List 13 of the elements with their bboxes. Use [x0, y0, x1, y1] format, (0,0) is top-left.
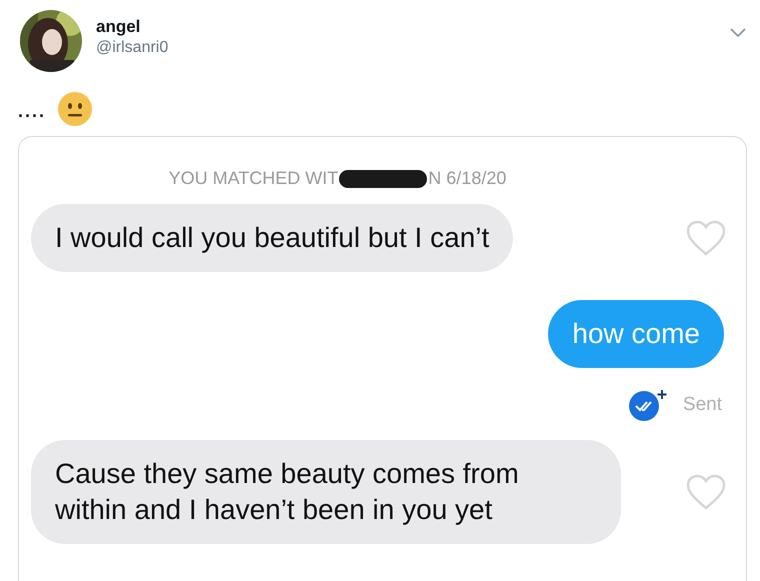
received-message: I would call you beautiful but I can’t	[31, 204, 514, 272]
received-message: Cause they same beauty comes from within and I haven’t been in you yet	[31, 440, 621, 544]
heart-icon[interactable]	[686, 474, 726, 510]
sent-status: Sent	[682, 392, 722, 417]
user-handle: @irlsanri0	[96, 38, 168, 58]
tweet-text: ....	[18, 100, 46, 122]
neutral-face-icon	[58, 92, 92, 126]
sent-message: how come	[548, 300, 724, 368]
chevron-down-icon[interactable]	[730, 28, 746, 38]
match-banner-text: YOU MATCHED WIT	[168, 167, 338, 190]
heart-icon[interactable]	[686, 220, 726, 256]
user-name: angel	[96, 16, 142, 38]
match-banner-date: N 6/18/20	[428, 167, 506, 190]
